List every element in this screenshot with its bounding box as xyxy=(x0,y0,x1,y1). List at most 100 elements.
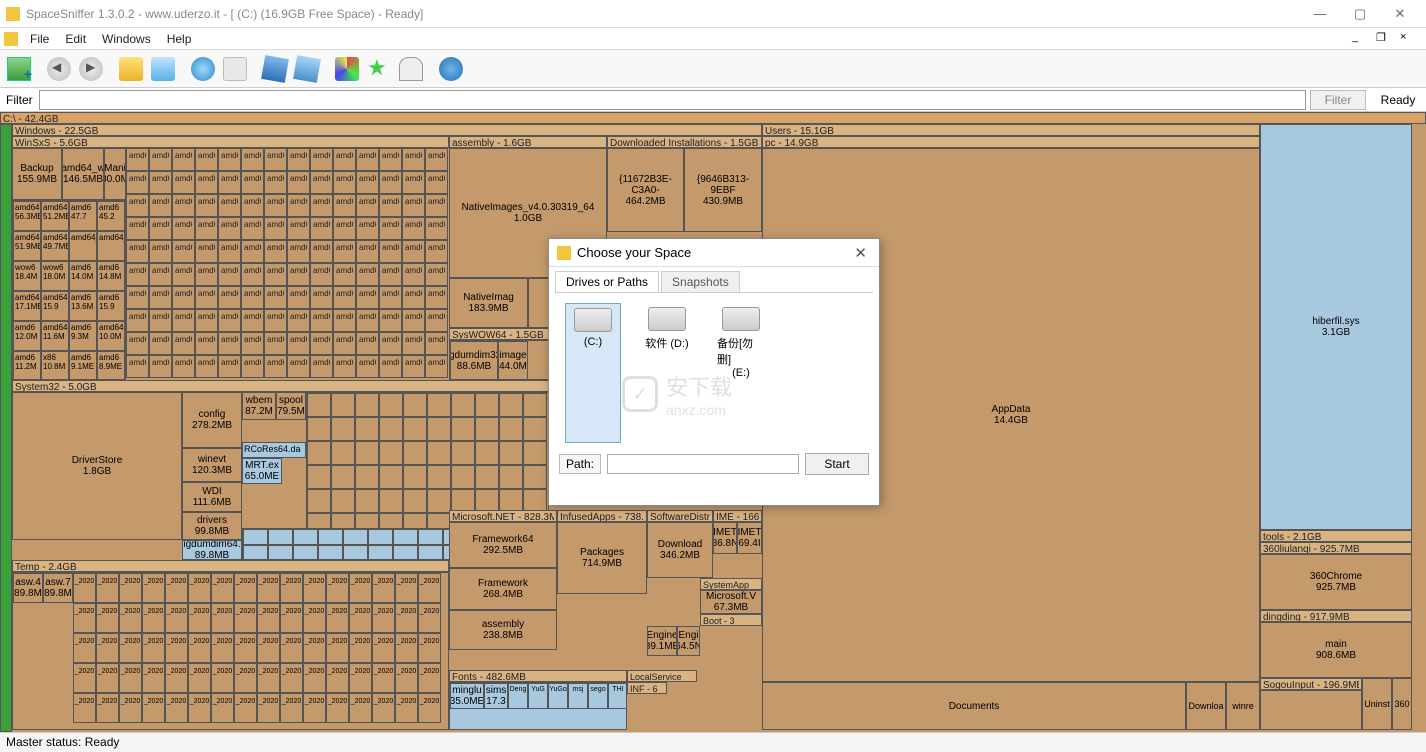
tile[interactable]: amd6410.0M xyxy=(97,321,125,351)
tile[interactable]: amd69.1ME xyxy=(69,351,97,380)
tile[interactable] xyxy=(331,489,355,513)
tile[interactable]: amd6 xyxy=(126,148,149,171)
tile[interactable]: _2020 xyxy=(303,693,326,723)
tile[interactable]: amd6 xyxy=(126,171,149,194)
tile[interactable] xyxy=(368,545,393,560)
tile[interactable]: amd6 xyxy=(379,286,402,309)
tile[interactable] xyxy=(331,441,355,465)
tile[interactable]: amd6 xyxy=(264,171,287,194)
tile[interactable]: amd6 xyxy=(287,171,310,194)
tile[interactable]: _2020 xyxy=(418,693,441,723)
node-mani[interactable]: Mani80.0M xyxy=(104,148,126,200)
tile[interactable]: amd6 xyxy=(379,355,402,378)
tile[interactable]: _2020 xyxy=(418,633,441,663)
tile[interactable]: _2020 xyxy=(119,633,142,663)
tile[interactable]: amd6 xyxy=(218,355,241,378)
tile[interactable]: amd6 xyxy=(402,332,425,355)
tile[interactable]: msj xyxy=(568,683,588,709)
tile[interactable]: amd6 xyxy=(195,148,218,171)
tile[interactable] xyxy=(331,393,355,417)
tile[interactable]: amd6 xyxy=(149,148,172,171)
tile[interactable]: _2020 xyxy=(188,633,211,663)
tile[interactable]: amd6 xyxy=(310,240,333,263)
tile[interactable]: YuGo xyxy=(548,683,568,709)
node-ime[interactable]: IME - 166.0 xyxy=(713,510,762,522)
node-download2[interactable]: Download346.2MB xyxy=(647,522,713,578)
tag-button[interactable]: ★ xyxy=(364,54,394,84)
tile[interactable]: _2020 xyxy=(395,693,418,723)
tile[interactable]: amd6 xyxy=(356,355,379,378)
tile[interactable] xyxy=(403,465,427,489)
tile[interactable]: _2020 xyxy=(142,663,165,693)
node-framework[interactable]: Framework268.4MB xyxy=(449,568,557,610)
menu-edit[interactable]: Edit xyxy=(57,30,94,48)
tile[interactable]: amd6 xyxy=(195,286,218,309)
tile[interactable]: amd6 xyxy=(356,286,379,309)
tile[interactable]: _2020 xyxy=(234,663,257,693)
node-imet[interactable]: IMET86.8N xyxy=(713,522,737,554)
tile[interactable] xyxy=(523,393,547,417)
menu-help[interactable]: Help xyxy=(159,30,200,48)
tile[interactable]: _2020 xyxy=(395,633,418,663)
tile[interactable] xyxy=(403,393,427,417)
tile[interactable]: amd6 xyxy=(333,217,356,240)
tile[interactable]: amd6 xyxy=(333,286,356,309)
tile[interactable] xyxy=(418,529,443,545)
tile[interactable]: _2020 xyxy=(165,693,188,723)
tile[interactable] xyxy=(403,417,427,441)
tile[interactable]: amd6 xyxy=(264,263,287,286)
tile[interactable]: amd68.9ME xyxy=(97,351,125,380)
tile[interactable]: amd6 xyxy=(287,217,310,240)
close-button[interactable]: ✕ xyxy=(1380,2,1420,26)
tile[interactable]: _2020 xyxy=(96,603,119,633)
tile[interactable]: _2020 xyxy=(349,573,372,603)
tile[interactable] xyxy=(379,393,403,417)
tile[interactable]: amd6 xyxy=(218,217,241,240)
tile[interactable] xyxy=(451,393,475,417)
tile[interactable]: amd6 xyxy=(333,240,356,263)
node-config[interactable]: config278.2MB xyxy=(182,392,242,448)
tab-snapshots[interactable]: Snapshots xyxy=(661,271,740,292)
tile[interactable]: _2020 xyxy=(211,633,234,663)
tile[interactable]: _2020 xyxy=(372,603,395,633)
tile[interactable]: _2020 xyxy=(395,663,418,693)
tile[interactable]: amd6 xyxy=(310,332,333,355)
tile[interactable] xyxy=(427,489,451,513)
node-rcores[interactable]: RCoRes64.da xyxy=(242,442,306,458)
tile[interactable]: amd6 xyxy=(241,240,264,263)
tile[interactable]: _2020 xyxy=(96,663,119,693)
tile[interactable] xyxy=(243,529,268,545)
folder-up-button[interactable] xyxy=(116,54,146,84)
tile[interactable] xyxy=(343,545,368,560)
node-engine2[interactable]: Engi64.5N xyxy=(677,626,700,656)
tile[interactable]: _2020 xyxy=(188,663,211,693)
node-nimg1[interactable]: NativeImag183.9MB xyxy=(449,278,528,328)
tile[interactable] xyxy=(451,417,475,441)
tile[interactable]: amd6 xyxy=(241,171,264,194)
tile[interactable] xyxy=(368,529,393,545)
tile[interactable]: amd6 xyxy=(172,309,195,332)
tile[interactable] xyxy=(331,417,355,441)
tile[interactable]: amd6 xyxy=(333,148,356,171)
tile[interactable] xyxy=(393,545,418,560)
tile[interactable]: _2020 xyxy=(73,573,96,603)
tile[interactable]: _2020 xyxy=(119,693,142,723)
node-assembly[interactable]: assembly - 1.6GB xyxy=(449,136,607,148)
tile[interactable]: _2020 xyxy=(96,693,119,723)
back-button[interactable] xyxy=(44,54,74,84)
tile[interactable]: amd6411.6M xyxy=(41,321,69,351)
node-mrt[interactable]: MRT.ex65.0ME xyxy=(242,458,282,484)
tile[interactable]: amd6456.3ME xyxy=(13,201,41,231)
tile[interactable]: amd6 xyxy=(356,171,379,194)
node-igdum64[interactable]: igdumdim64.89.8MB xyxy=(182,540,242,560)
tile[interactable]: _2020 xyxy=(418,663,441,693)
node-amd64w[interactable]: amd64_w146.5MB xyxy=(62,148,104,200)
dialog-close-button[interactable]: ✕ xyxy=(850,244,871,262)
tile[interactable]: amd6 xyxy=(425,171,448,194)
tile[interactable]: amd6 xyxy=(149,194,172,217)
tile[interactable]: amd6 xyxy=(379,263,402,286)
tile[interactable]: amd6 xyxy=(425,355,448,378)
node-backup[interactable]: Backup155.9MB xyxy=(12,148,62,200)
tile[interactable]: _2020 xyxy=(280,663,303,693)
node-downloa[interactable]: Downloa xyxy=(1186,682,1226,730)
